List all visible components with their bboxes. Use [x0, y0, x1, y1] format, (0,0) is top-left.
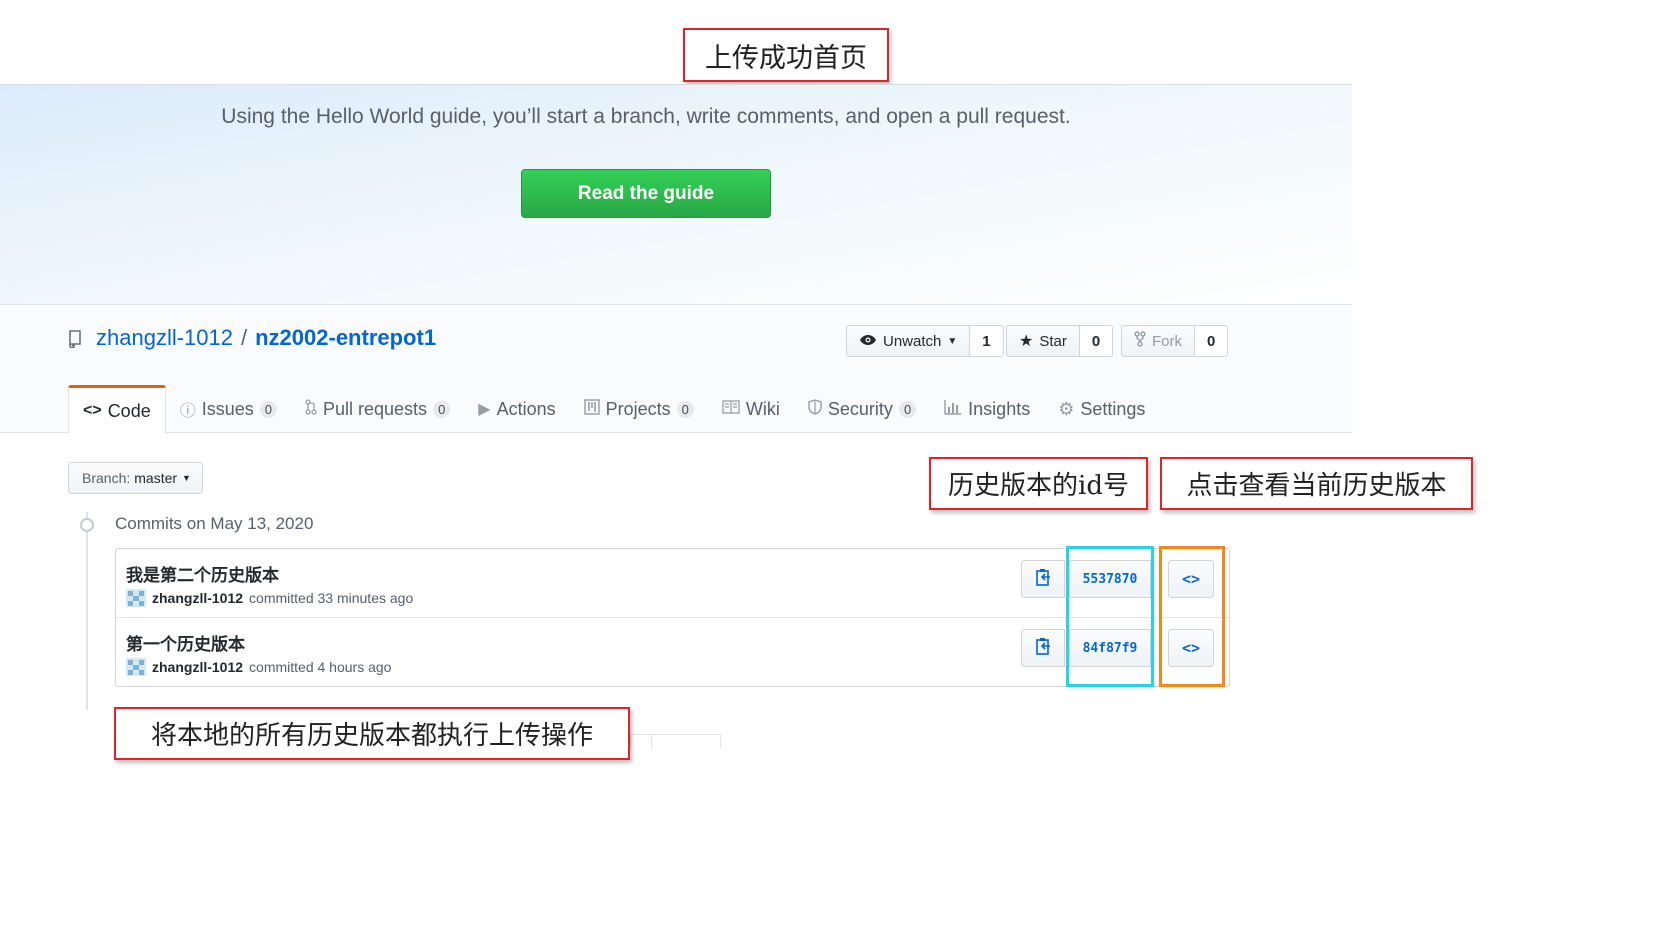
tab-counter: 0 — [259, 400, 277, 418]
hello-world-banner: Using the Hello World guide, you’ll star… — [0, 84, 1352, 305]
repo-title: zhangzll-1012 / nz2002-entrepot1 — [68, 325, 436, 351]
annotation-text: 上传成功首页 — [705, 42, 867, 74]
tab-label: Wiki — [745, 398, 780, 419]
code-icon: <> — [83, 402, 102, 419]
repo-name-link[interactable]: nz2002-entrepot1 — [255, 325, 436, 351]
book-icon — [722, 399, 740, 419]
tab-label: Actions — [496, 398, 556, 419]
gear-icon: ⚙ — [1058, 398, 1075, 419]
fork-group: Fork 0 — [1121, 325, 1229, 357]
fork-icon — [1134, 331, 1146, 351]
banner-text: Using the Hello World guide, you’ll star… — [221, 105, 1071, 128]
tab-label: Issues — [201, 398, 254, 419]
sha-highlight-box — [1066, 546, 1154, 687]
star-icon: ★ — [1019, 333, 1034, 350]
annotation-text: 历史版本的id号 — [948, 471, 1129, 501]
browse-highlight-box — [1159, 546, 1225, 687]
annotation-text: 将本地的所有历史版本都执行上传操作 — [150, 721, 593, 751]
tab-security[interactable]: Security 0 — [794, 385, 930, 433]
avatar[interactable] — [126, 589, 146, 607]
fork-button[interactable]: Fork — [1121, 325, 1195, 357]
clipboard-icon — [1035, 568, 1051, 591]
copy-sha-button[interactable] — [1021, 629, 1065, 667]
repo-owner-link[interactable]: zhangzll-1012 — [96, 325, 233, 351]
tab-label: Pull requests — [323, 398, 428, 419]
commits-date-heading: Commits on May 13, 2020 — [115, 514, 314, 533]
tab-code[interactable]: <> Code — [68, 385, 166, 434]
tab-wiki[interactable]: Wiki — [708, 385, 794, 433]
clipboard-icon — [1035, 637, 1051, 660]
fork-count[interactable]: 0 — [1195, 325, 1229, 357]
tab-label: Code — [107, 400, 151, 421]
annotation-upload-success: 上传成功首页 — [683, 28, 889, 82]
caret-down-icon: ▼ — [947, 335, 958, 347]
commit-meta: zhangzll-1012 committed 4 hours ago — [126, 658, 391, 676]
shield-icon — [808, 398, 822, 420]
branch-value: master — [134, 470, 178, 486]
watch-group: Unwatch ▼ 1 — [846, 325, 1004, 357]
tab-actions[interactable]: ▶ Actions — [464, 385, 569, 433]
tab-counter: 0 — [433, 400, 451, 418]
commit-meta: zhangzll-1012 committed 33 minutes ago — [126, 589, 413, 607]
star-button[interactable]: ★ Star — [1006, 325, 1080, 357]
branch-label: Branch: — [82, 470, 131, 486]
commit-row: 第一个历史版本 zhangzll-1012 committed 4 hours … — [116, 618, 1229, 687]
tab-label: Projects — [605, 398, 671, 419]
issue-icon: ⓘ — [179, 403, 196, 420]
tab-counter: 0 — [898, 400, 917, 418]
tab-projects[interactable]: Projects 0 — [570, 385, 708, 433]
annotation-browse-version: 点击查看当前历史版本 — [1160, 457, 1473, 510]
commit-author-link[interactable]: zhangzll-1012 — [152, 659, 243, 675]
annotation-upload-all-versions: 将本地的所有历史版本都执行上传操作 — [114, 707, 630, 760]
copy-sha-button[interactable] — [1021, 560, 1065, 598]
project-icon — [583, 398, 600, 420]
commit-list: 我是第二个历史版本 zhangzll-1012 committed 33 min… — [115, 548, 1230, 687]
tab-settings[interactable]: ⚙ Settings — [1044, 385, 1159, 433]
pagination-fragment — [630, 734, 721, 749]
commit-message-link[interactable]: 我是第二个历史版本 — [126, 561, 279, 586]
eye-icon — [859, 333, 877, 350]
unwatch-label: Unwatch — [883, 332, 942, 350]
avatar[interactable] — [126, 658, 146, 676]
commit-time: committed 4 hours ago — [249, 659, 392, 675]
branch-selector[interactable]: Branch: master ▼ — [68, 462, 203, 494]
commit-message-link[interactable]: 第一个历史版本 — [126, 630, 245, 655]
commit-row: 我是第二个历史版本 zhangzll-1012 committed 33 min… — [116, 549, 1229, 618]
pull-request-icon — [305, 398, 317, 420]
tab-issues[interactable]: ⓘ Issues 0 — [166, 385, 291, 433]
play-icon: ▶ — [478, 401, 491, 418]
repo-nav-tabs: <> Code ⓘ Issues 0 Pull requests 0 ▶ Act… — [68, 385, 1159, 434]
star-label: Star — [1039, 332, 1067, 350]
watch-count[interactable]: 1 — [970, 325, 1004, 357]
tab-insights[interactable]: Insights — [930, 385, 1044, 433]
read-guide-button[interactable]: Read the guide — [521, 169, 771, 218]
caret-down-icon: ▼ — [182, 473, 191, 483]
unwatch-button[interactable]: Unwatch ▼ — [846, 325, 971, 357]
commit-author-link[interactable]: zhangzll-1012 — [152, 590, 243, 606]
star-count[interactable]: 0 — [1079, 325, 1114, 357]
tab-label: Security — [827, 398, 893, 419]
annotation-text: 点击查看当前历史版本 — [1186, 471, 1447, 501]
commit-time: committed 33 minutes ago — [249, 590, 414, 606]
annotation-sha-id: 历史版本的id号 — [929, 457, 1148, 510]
tab-counter: 0 — [676, 400, 694, 418]
tab-label: Settings — [1080, 398, 1146, 419]
commit-dot-icon — [80, 518, 94, 532]
repo-header: zhangzll-1012 / nz2002-entrepot1 Unwatch… — [0, 305, 1352, 434]
tab-label: Insights — [968, 398, 1031, 419]
star-group: ★ Star 0 — [1006, 325, 1114, 357]
repo-icon — [68, 328, 84, 349]
tab-pull-requests[interactable]: Pull requests 0 — [291, 385, 464, 433]
fork-label: Fork — [1152, 332, 1182, 350]
timeline-line — [86, 512, 88, 710]
repo-separator: / — [240, 325, 248, 350]
graph-icon — [944, 399, 962, 420]
